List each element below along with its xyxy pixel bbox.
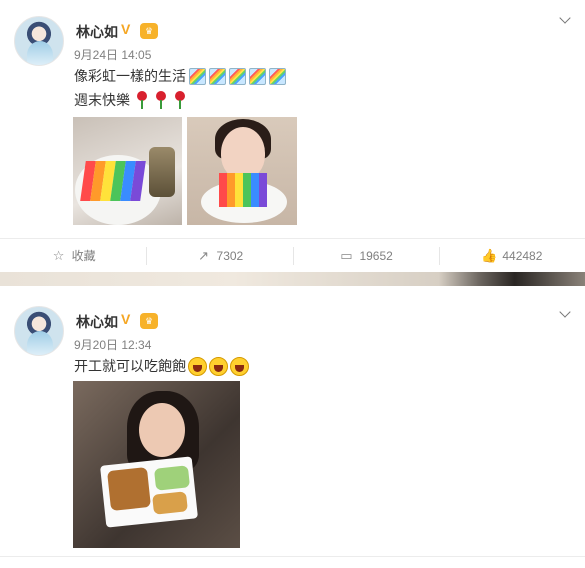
weibo-post-1: 林心如 V ♛ 9月24日 14:05 像彩虹一樣的生活 週末快樂 ☆ 收藏 ↗… xyxy=(0,0,585,272)
post-text-line-1: 像彩虹一樣的生活 xyxy=(74,66,286,86)
favorite-label: 收藏 xyxy=(71,249,96,263)
verified-badge-icon: V xyxy=(121,21,131,37)
post-image-woman-with-bento[interactable] xyxy=(73,381,240,548)
chevron-down-icon[interactable] xyxy=(559,308,571,320)
laughing-emoji-icon xyxy=(188,356,207,376)
post-text: 週末快樂 xyxy=(74,92,130,108)
rainbow-emoji-icon xyxy=(229,67,246,85)
author-avatar[interactable] xyxy=(14,306,64,356)
post-time[interactable]: 9月24日 14:05 xyxy=(74,46,151,63)
vip-badge-icon: ♛ xyxy=(140,313,158,329)
post-text: 开工就可以吃飽飽 xyxy=(74,358,186,374)
chevron-down-icon[interactable] xyxy=(559,14,571,26)
repost-button[interactable]: ↗ 7302 xyxy=(146,239,292,272)
vip-badge-icon: ♛ xyxy=(140,23,158,39)
star-icon: ☆ xyxy=(52,247,65,263)
post-image-rainbow-cake[interactable] xyxy=(73,117,182,225)
like-count: 442482 xyxy=(502,248,543,263)
like-button[interactable]: 👍 442482 xyxy=(438,239,585,272)
cake-slice xyxy=(219,173,267,207)
comment-icon: ▭ xyxy=(340,247,353,263)
rose-emoji-icon xyxy=(154,91,168,109)
repost-icon: ↗ xyxy=(198,247,209,263)
rose-emoji-icon xyxy=(135,91,149,109)
comment-button[interactable]: ▭ 19652 xyxy=(292,239,439,272)
favorite-button[interactable]: ☆ 收藏 xyxy=(0,239,146,272)
rainbow-emoji-icon xyxy=(269,67,286,85)
verified-badge-icon: V xyxy=(121,311,131,327)
author-name[interactable]: 林心如 xyxy=(76,312,118,332)
post-2-text-line: 开工就可以吃飽飽 xyxy=(74,356,249,376)
laughing-emoji-icon xyxy=(230,356,249,376)
rose-emoji-icon xyxy=(173,91,187,109)
post-text: 像彩虹一樣的生活 xyxy=(74,68,186,84)
post-time[interactable]: 9月20日 12:34 xyxy=(74,336,151,353)
next-post-image-strip xyxy=(0,272,585,286)
post-text-line-2: 週末快樂 xyxy=(74,90,187,110)
thumbs-up-icon: 👍 xyxy=(481,247,498,263)
post-image-woman-with-cake[interactable] xyxy=(187,117,297,225)
laughing-emoji-icon xyxy=(209,356,228,376)
repost-count: 7302 xyxy=(216,248,244,263)
rainbow-emoji-icon xyxy=(209,67,226,85)
post-actions-bar: ☆ 收藏 ↗ 7302 ▭ 19652 👍 442482 xyxy=(0,238,585,272)
rainbow-emoji-icon xyxy=(189,67,206,85)
author-name[interactable]: 林心如 xyxy=(76,22,118,42)
comment-count: 19652 xyxy=(359,248,393,263)
cake-slice xyxy=(80,161,146,201)
author-avatar[interactable] xyxy=(14,16,64,66)
rainbow-emoji-icon xyxy=(249,67,266,85)
divider xyxy=(0,556,585,557)
